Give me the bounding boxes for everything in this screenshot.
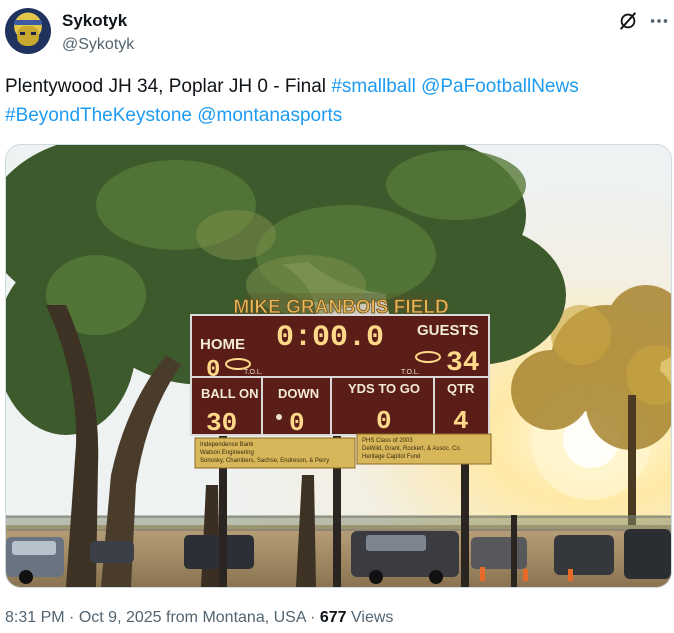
sponsor-right-line: Heritage Capitol Fund bbox=[362, 454, 420, 460]
views-label: Views bbox=[351, 609, 394, 626]
sponsor-left-line: Independence Bank bbox=[200, 442, 254, 448]
tweet-text-plain: Plentywood JH 34, Poplar JH 0 - Final bbox=[5, 76, 332, 97]
avatar[interactable] bbox=[5, 8, 51, 54]
avatar-eye bbox=[31, 32, 36, 35]
yds-to-go-value: 0 bbox=[376, 406, 392, 436]
ball-on-value: 30 bbox=[206, 408, 237, 438]
views-count: 677 bbox=[319, 609, 347, 626]
tweet-location: from Montana, USA bbox=[166, 609, 306, 626]
tol-right-label: T.O.L. bbox=[401, 369, 420, 376]
sponsor-left-line: Watson Engineering bbox=[200, 450, 254, 456]
tweet-photo[interactable]: MIKE GRANBOIS FIELD HOME GUESTS BALL ON … bbox=[5, 144, 672, 588]
home-label: HOME bbox=[200, 336, 245, 353]
tweet-text: Plentywood JH 34, Poplar JH 0 - Final #s… bbox=[5, 72, 665, 130]
sponsor-right-line: PHS Class of 2003 bbox=[362, 438, 413, 444]
down-indicator-icon bbox=[276, 414, 282, 420]
guests-label: GUESTS bbox=[417, 322, 479, 339]
tweet-date[interactable]: Oct 9, 2025 bbox=[79, 609, 162, 626]
down-label: DOWN bbox=[278, 386, 319, 401]
tweet-header: Sykotyk @Sykotyk bbox=[0, 0, 674, 64]
sponsor-right-line: DeWild, Grant, Rockert, & Assoc. Co. bbox=[362, 446, 462, 452]
helmet-face bbox=[17, 26, 39, 46]
qtr-value: 4 bbox=[453, 406, 469, 436]
sponsor-left-line: Sonosky, Chambers, Sachse, Endreson, & P… bbox=[200, 458, 329, 464]
qtr-label: QTR bbox=[447, 381, 475, 396]
author-display-name[interactable]: Sykotyk bbox=[62, 11, 127, 31]
hashtag-link[interactable]: #smallball bbox=[331, 76, 415, 97]
mention-link[interactable]: @PaFootballNews bbox=[421, 76, 579, 97]
avatar-eye bbox=[20, 32, 25, 35]
grok-icon[interactable] bbox=[617, 10, 639, 32]
game-clock: 0:00.0 bbox=[276, 321, 384, 355]
tweet-time[interactable]: 8:31 PM bbox=[5, 609, 65, 626]
home-score: 0 bbox=[206, 357, 220, 384]
author-handle[interactable]: @Sykotyk bbox=[62, 36, 134, 54]
more-options-icon[interactable] bbox=[648, 10, 670, 32]
down-value: 0 bbox=[289, 408, 305, 438]
helmet-band bbox=[14, 20, 42, 25]
tweet-metadata: 8:31 PM · Oct 9, 2025 from Montana, USA … bbox=[5, 609, 394, 626]
guests-score: 34 bbox=[446, 348, 480, 379]
scoreboard-photo: MIKE GRANBOIS FIELD HOME GUESTS BALL ON … bbox=[6, 145, 671, 587]
yds-to-go-label: YDS TO GO bbox=[348, 381, 420, 396]
ball-on-label: BALL ON bbox=[201, 386, 259, 401]
tol-left-label: T.O.L. bbox=[244, 369, 263, 376]
hashtag-link[interactable]: #BeyondTheKeystone bbox=[5, 105, 192, 126]
mention-link[interactable]: @montanasports bbox=[197, 105, 342, 126]
